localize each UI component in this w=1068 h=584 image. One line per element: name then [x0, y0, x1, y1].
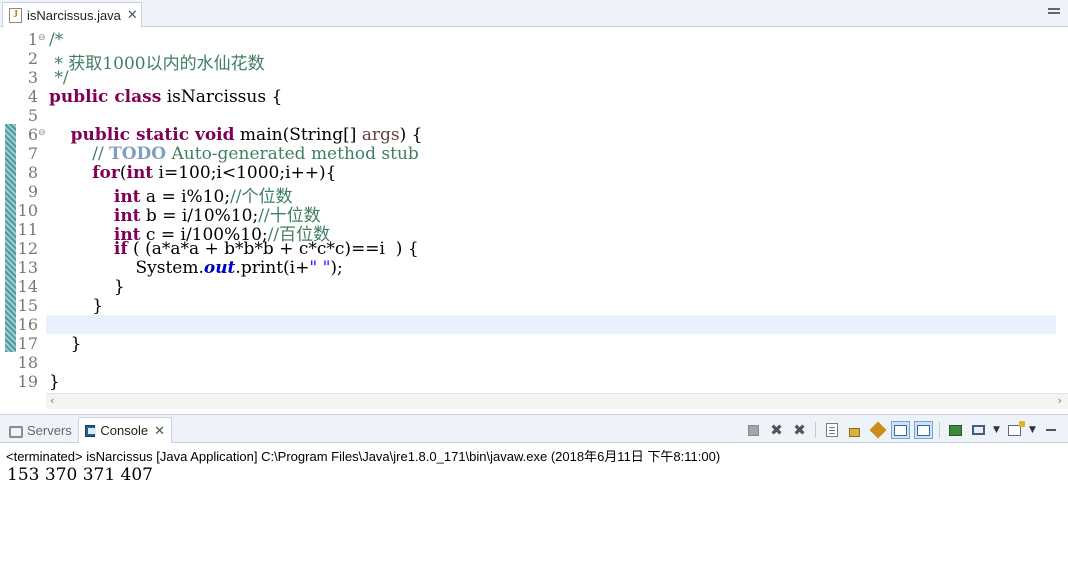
code-line: // TODO Auto-generated method stub — [92, 144, 419, 164]
line-number: 2 — [27, 49, 38, 68]
line-number: 4 — [27, 87, 38, 106]
remove-launch-button[interactable]: ✖ — [767, 421, 786, 439]
display-console-button[interactable] — [969, 421, 988, 439]
scroll-lock-button[interactable] — [845, 421, 864, 439]
code-line: int c = i/100%10;//百位数 — [113, 225, 331, 245]
view-tab-bar: Servers Console ✕ ✖ ✖ ▼ ▼ — [0, 415, 1068, 443]
console-output[interactable]: 153 370 371 407 — [7, 465, 153, 485]
scroll-lock-icon — [849, 427, 860, 437]
fold-collapse-icon[interactable]: ⊖ — [38, 128, 46, 138]
close-icon[interactable]: ✕ — [154, 423, 165, 439]
code-line: for(int i=100;i<1000;i++){ — [92, 163, 337, 183]
servers-icon — [8, 424, 23, 438]
open-console-dropdown[interactable]: ▼ — [1028, 421, 1037, 439]
line-number: 11 — [17, 220, 38, 239]
code-area[interactable]: /* * 获取1000以内的水仙花数 */ public class isNar… — [46, 30, 1066, 392]
scroll-right-icon[interactable]: › — [1058, 394, 1062, 407]
terminate-button[interactable] — [744, 421, 763, 439]
word-wrap-button[interactable] — [868, 421, 887, 439]
minimize-icon[interactable] — [1041, 421, 1060, 439]
close-icon[interactable]: ✕ — [127, 8, 138, 23]
line-number: 19 — [17, 372, 38, 391]
line-number: 12 — [17, 239, 38, 258]
code-line: public static void main(String[] args) { — [70, 125, 423, 145]
line-number: 7 — [27, 144, 38, 163]
editor-tab-bar: isNarcissus.java ✕ — [0, 0, 1068, 28]
tab-servers-label: Servers — [27, 422, 72, 438]
stop-icon — [748, 424, 759, 436]
line-number: 14 — [17, 277, 38, 296]
console-toolbar: ✖ ✖ ▼ ▼ — [744, 420, 1060, 439]
monitor-icon — [972, 425, 985, 435]
editor-tab-isnarcissus[interactable]: isNarcissus.java ✕ — [2, 2, 142, 28]
line-number: 6 — [27, 125, 38, 144]
pin-console-button[interactable] — [946, 421, 965, 439]
line-number: 9 — [27, 182, 38, 201]
view-menu-icon[interactable] — [1048, 8, 1060, 18]
code-line: } — [49, 296, 104, 316]
stderr-icon — [917, 424, 930, 436]
line-number: 16 — [17, 315, 38, 334]
java-file-icon — [9, 8, 22, 23]
remove-all-terminated-button[interactable]: ✖ — [790, 421, 809, 439]
tab-console-label: Console — [100, 423, 149, 438]
line-number: 10 — [17, 201, 38, 220]
show-on-stdout-button[interactable] — [891, 421, 910, 439]
console-icon — [85, 424, 97, 437]
line-number: 18 — [17, 353, 38, 372]
line-number: 8 — [27, 163, 38, 182]
code-line: } — [49, 334, 82, 354]
overview-ruler — [1056, 28, 1068, 394]
code-line: /* — [49, 30, 64, 50]
line-number: 15 — [17, 296, 38, 315]
code-line: } — [49, 372, 60, 392]
tab-servers[interactable]: Servers — [2, 417, 78, 443]
java-editor[interactable]: isNarcissus.java ✕ 1 2 3 4 5 6 7 8 9 10 … — [0, 0, 1068, 412]
toolbar-separator — [815, 422, 816, 438]
line-number: 1 — [27, 30, 38, 49]
code-line: System.out.print(i+" "); — [135, 258, 343, 278]
line-number: 17 — [17, 334, 38, 353]
line-number: 5 — [27, 106, 38, 125]
code-line: int a = i%10;//个位数 — [113, 187, 293, 207]
fold-collapse-icon[interactable]: ⊖ — [38, 33, 46, 43]
horizontal-scrollbar[interactable]: ‹ › — [46, 393, 1068, 409]
scroll-left-icon[interactable]: ‹ — [50, 394, 54, 407]
word-wrap-icon — [869, 421, 886, 439]
stdout-icon — [894, 424, 907, 436]
clear-console-icon — [825, 423, 838, 437]
console-status-line: <terminated> isNarcissus [Java Applicati… — [6, 449, 721, 464]
remove-all-icon: ✖ — [793, 421, 806, 439]
pin-console-icon — [949, 424, 962, 436]
code-line: * 获取1000以内的水仙花数 — [49, 54, 265, 74]
code-line: int b = i/10%10;//十位数 — [113, 206, 321, 226]
code-line: } — [49, 277, 125, 297]
current-line-highlight — [46, 315, 1064, 334]
line-number: 3 — [27, 68, 38, 87]
clear-console-button[interactable] — [822, 421, 841, 439]
change-marker-strip — [5, 124, 16, 352]
code-line: if ( (a*a*a + b*b*b + c*c*c)==i ) { — [113, 239, 419, 259]
remove-icon: ✖ — [770, 421, 783, 439]
code-line: public class isNarcissus { — [49, 87, 283, 107]
tab-console[interactable]: Console ✕ — [78, 417, 172, 443]
show-on-stderr-button[interactable] — [914, 421, 933, 439]
line-number: 13 — [17, 258, 38, 277]
display-console-dropdown[interactable]: ▼ — [992, 421, 1001, 439]
console-view: Servers Console ✕ ✖ ✖ ▼ ▼ <terminated> i… — [0, 414, 1068, 584]
open-console-button[interactable] — [1005, 420, 1025, 439]
new-console-icon — [1008, 420, 1025, 436]
editor-tab-label: isNarcissus.java — [27, 8, 121, 23]
toolbar-separator — [939, 422, 940, 438]
line-numbers: 1 2 3 4 5 6 7 8 9 10 11 12 13 14 15 16 1… — [16, 30, 38, 391]
